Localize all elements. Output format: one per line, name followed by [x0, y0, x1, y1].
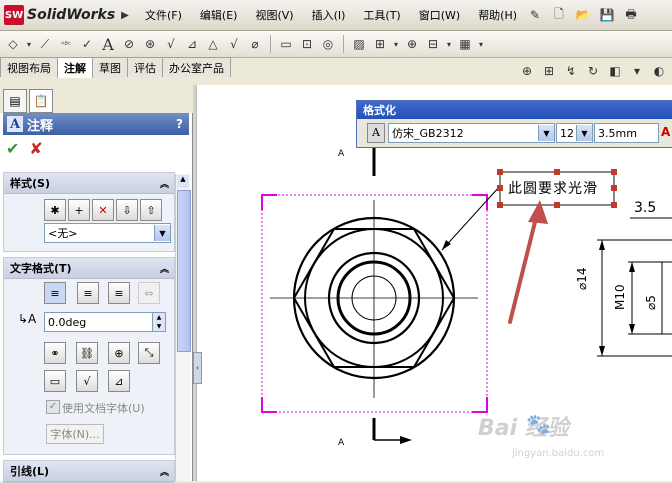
font-name-value: 仿宋_GB2312	[392, 127, 464, 140]
watermark-url: jingyan.baidu.com	[512, 448, 605, 459]
format-dialog-title[interactable]: 格式化	[357, 101, 672, 119]
font-size-value: 12	[560, 126, 574, 140]
red-pointer-arrow-shaft	[508, 208, 540, 324]
font-size-select[interactable]: 12 ▼	[556, 123, 593, 143]
dimension-d14[interactable]: ⌀14	[575, 268, 589, 291]
hex-nut-view[interactable]	[270, 200, 478, 398]
selection-corner	[261, 397, 277, 413]
drawing-svg	[261, 148, 672, 444]
chevron-down-icon[interactable]: ▼	[576, 125, 592, 141]
text-height-input[interactable]: 3.5mm	[594, 123, 659, 143]
text-height-value: 3.5mm	[598, 126, 637, 140]
dim-arrow	[629, 324, 635, 334]
dim-arrow	[599, 240, 605, 250]
dim-arrow	[629, 262, 635, 272]
font-name-select[interactable]: 仿宋_GB2312 ▼	[388, 123, 555, 143]
dimension-3-5[interactable]: 3.5	[634, 200, 656, 216]
dimension-d5[interactable]: ⌀5	[644, 295, 658, 310]
section-arrow-head	[400, 436, 412, 444]
baidu-watermark: Bai 经验 🐾 jingyan.baidu.com	[478, 410, 668, 470]
section-label-bottom: A	[338, 438, 345, 448]
dim-arrow	[599, 346, 605, 356]
selection-corner	[261, 194, 277, 210]
format-dialog: 格式化 A 仿宋_GB2312 ▼ 12 ▼ 3.5mm A	[356, 100, 672, 148]
note-text[interactable]: 此圆要求光滑	[508, 178, 598, 198]
section-label-top: A	[338, 149, 345, 159]
paw-icon: 🐾	[526, 412, 551, 436]
font-color-icon[interactable]: A	[661, 125, 670, 139]
dimension-m10[interactable]: M10	[613, 284, 627, 310]
note-leader-line	[441, 185, 501, 251]
side-view[interactable]	[597, 217, 672, 357]
watermark-brand: Bai 经验	[478, 416, 569, 441]
font-type-icon: A	[367, 123, 385, 143]
chevron-down-icon[interactable]: ▼	[538, 125, 554, 141]
